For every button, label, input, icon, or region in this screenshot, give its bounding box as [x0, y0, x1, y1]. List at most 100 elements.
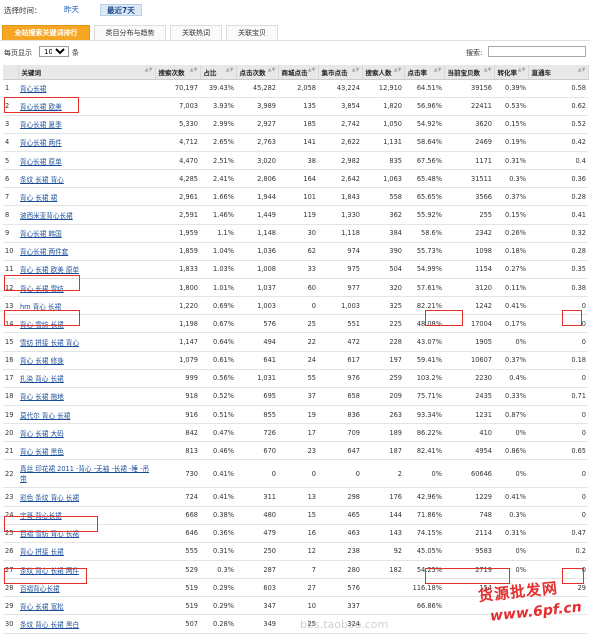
col-header[interactable]: 集市点击 ▲▼	[318, 65, 363, 80]
row-index: 25	[3, 524, 18, 543]
metric-cell: 22	[278, 332, 318, 352]
metric-cell: 519	[155, 596, 200, 616]
tab-related-terms[interactable]: 关联热词	[170, 25, 222, 40]
keyword-link[interactable]: hm 背心 长裙	[20, 303, 61, 311]
time-option-last-7-days[interactable]: 最近7天	[100, 4, 142, 16]
metric-cell: 119	[278, 205, 318, 225]
table-body: 1 背心长裙 70,197 39.43% 45,282 2,058 43,224 12,910…	[3, 79, 588, 639]
col-header[interactable]: 直通车 ▲▼	[528, 65, 589, 80]
sort-icon[interactable]: ▲▼	[434, 67, 442, 73]
keyword-link[interactable]: 背心长裙	[20, 85, 46, 93]
metric-cell: 709	[318, 423, 362, 443]
per-page-select[interactable]: 100	[39, 46, 69, 57]
metric-cell: 0.31%	[494, 524, 528, 543]
col-label: 点击率	[407, 68, 428, 77]
row-index: 24	[3, 506, 18, 525]
metric-cell: 58.6%	[404, 224, 444, 243]
metric-cell: 141	[278, 133, 318, 153]
sort-icon[interactable]: ▲▼	[394, 67, 402, 73]
keyword-link[interactable]: 条纹 背心 长裙 两件	[20, 567, 79, 575]
keyword-link[interactable]: 百褶背心长裙	[20, 585, 60, 593]
keyword-link[interactable]: 背心长裙 两件套	[20, 248, 68, 256]
keyword-link[interactable]: 背心 长裙 大码	[20, 430, 64, 438]
keyword-link[interactable]: 背心长裙 欧美	[20, 103, 62, 111]
keyword-link[interactable]: 波西米亚背心长裙	[20, 212, 73, 220]
col-index	[3, 65, 19, 80]
metric-cell: 695	[236, 387, 278, 407]
keyword-link[interactable]: 彩色 条纹 背心 长裙	[20, 494, 79, 502]
metric-cell: 480	[236, 506, 278, 525]
tab-category-trend[interactable]: 类目分布与趋势	[94, 25, 166, 40]
metric-cell: 59.41%	[404, 351, 444, 370]
keyword-link[interactable]: 背心长裙 原单	[20, 158, 62, 166]
metric-cell: 0.33%	[494, 387, 528, 407]
metric-cell: 1242	[444, 296, 494, 316]
search-input[interactable]	[488, 46, 586, 57]
sort-icon[interactable]: ▲▼	[518, 67, 526, 73]
metric-cell: 13	[278, 487, 318, 507]
metric-cell: 103.2%	[404, 369, 444, 388]
col-header[interactable]: 转化率 ▲▼	[494, 65, 529, 80]
col-header[interactable]: 商城点击 ▲▼	[278, 65, 319, 80]
sort-icon[interactable]: ▲▼	[268, 67, 276, 73]
keyword-link[interactable]: 真丝 印花裙 2011 -背心 -无袖 -长裙 -睡 -吊带	[20, 465, 149, 483]
sort-icon[interactable]: ▲▼	[484, 67, 492, 73]
sort-icon[interactable]: ▲▼	[226, 67, 234, 73]
keyword-link[interactable]: 背心 长裙 雪纺	[20, 285, 64, 293]
sort-icon[interactable]: ▲▼	[145, 67, 153, 73]
keyword-link[interactable]: 扎染 背心 长裙	[20, 375, 64, 383]
col-header[interactable]: 搜索人数 ▲▼	[362, 65, 405, 80]
keyword-link[interactable]: 背心 雪纺 长裙	[20, 321, 64, 329]
metric-cell: 0.47%	[200, 423, 236, 443]
table-row: 20 背心 长裙 大码 842 0.47% 726 17 709 189 86.22% 410 0%…	[3, 423, 588, 443]
sort-icon[interactable]: ▲▼	[190, 67, 198, 73]
keyword-link[interactable]: 背心 长裙 黑色	[20, 448, 64, 456]
keyword-link[interactable]: 背心长裙 夏季	[20, 121, 62, 129]
table-row: 3 背心长裙 夏季 5,330 2.99% 2,927 185 2,742 1,050 54.9…	[3, 115, 588, 134]
sort-icon[interactable]: ▲▼	[308, 67, 316, 73]
col-header[interactable]: 当前宝贝数 ▲▼	[444, 65, 495, 80]
keyword-cell: 百褶背心长裙	[18, 578, 155, 598]
keyword-link[interactable]: 莫代尔 背心 长裙	[20, 412, 70, 420]
keyword-link[interactable]: 背心 长裙 欧美 原单	[20, 266, 79, 274]
row-index: 5	[3, 151, 18, 171]
metric-cell	[494, 633, 528, 639]
metric-cell: 0.24%	[200, 633, 236, 639]
keyword-link[interactable]: 背心长裙 韩国	[20, 230, 62, 238]
keyword-link[interactable]: 百褶 雪纺 背心 长裙	[20, 530, 79, 538]
metric-cell: 1231	[444, 405, 494, 425]
keyword-link[interactable]: 背心 拼接 长裙	[20, 548, 64, 556]
keyword-link[interactable]: 背心 长裙 裙	[20, 194, 57, 202]
keyword-link[interactable]: 雪纺 拼接 长裙 背心	[20, 339, 79, 347]
tab-keyword-ranking[interactable]: 全站搜索关键词排行	[2, 25, 90, 40]
keyword-link[interactable]: 宇哥 背心长裙	[20, 512, 62, 520]
metric-cell: 916	[155, 405, 200, 425]
col-label: 当前宝贝数	[447, 68, 481, 77]
metric-cell: 0	[318, 459, 362, 489]
col-header[interactable]: 点击率 ▲▼	[404, 65, 445, 80]
keyword-link[interactable]: 背心 长裙 拖地	[20, 393, 64, 401]
metric-cell: 0.28	[528, 187, 588, 207]
keyword-link[interactable]: 背心 长裙 修身	[20, 357, 64, 365]
table-row: 8 波西米亚背心长裙 2,591 1.46% 1,449 119 1,330 362 55.92…	[3, 205, 588, 225]
metric-cell: 0	[278, 296, 318, 316]
metric-cell: 0.15%	[494, 205, 528, 225]
keyword-cell: 背心 长裙 拖地	[18, 387, 155, 407]
col-label: 商城点击	[281, 68, 308, 77]
col-header[interactable]: 搜索次数 ▲▼	[155, 65, 201, 80]
per-page-unit: 条	[72, 49, 79, 57]
keyword-link[interactable]: 条纹 长裙 背心	[20, 176, 64, 184]
sort-icon[interactable]: ▲▼	[352, 67, 360, 73]
time-option-yesterday[interactable]: 昨天	[58, 4, 85, 16]
metric-cell: 2435	[444, 387, 494, 407]
metric-cell	[444, 633, 494, 639]
tab-related-items[interactable]: 关联宝贝	[226, 25, 278, 40]
keyword-cell: 真丝 印花裙 2011 -背心 -无袖 -长裙 -睡 -吊带	[18, 459, 155, 489]
col-header[interactable]: 关键词 ▲▼	[18, 65, 156, 80]
col-header[interactable]: 占比 ▲▼	[200, 65, 237, 80]
keyword-link[interactable]: 背心长裙 两件	[20, 139, 62, 147]
keyword-link[interactable]: 背心 长裙 宽松	[20, 603, 64, 611]
keyword-link[interactable]: 条纹 背心 长裙 黑白	[20, 621, 79, 629]
col-header[interactable]: 点击次数 ▲▼	[236, 65, 279, 80]
sort-icon[interactable]: ▲▼	[578, 67, 586, 73]
